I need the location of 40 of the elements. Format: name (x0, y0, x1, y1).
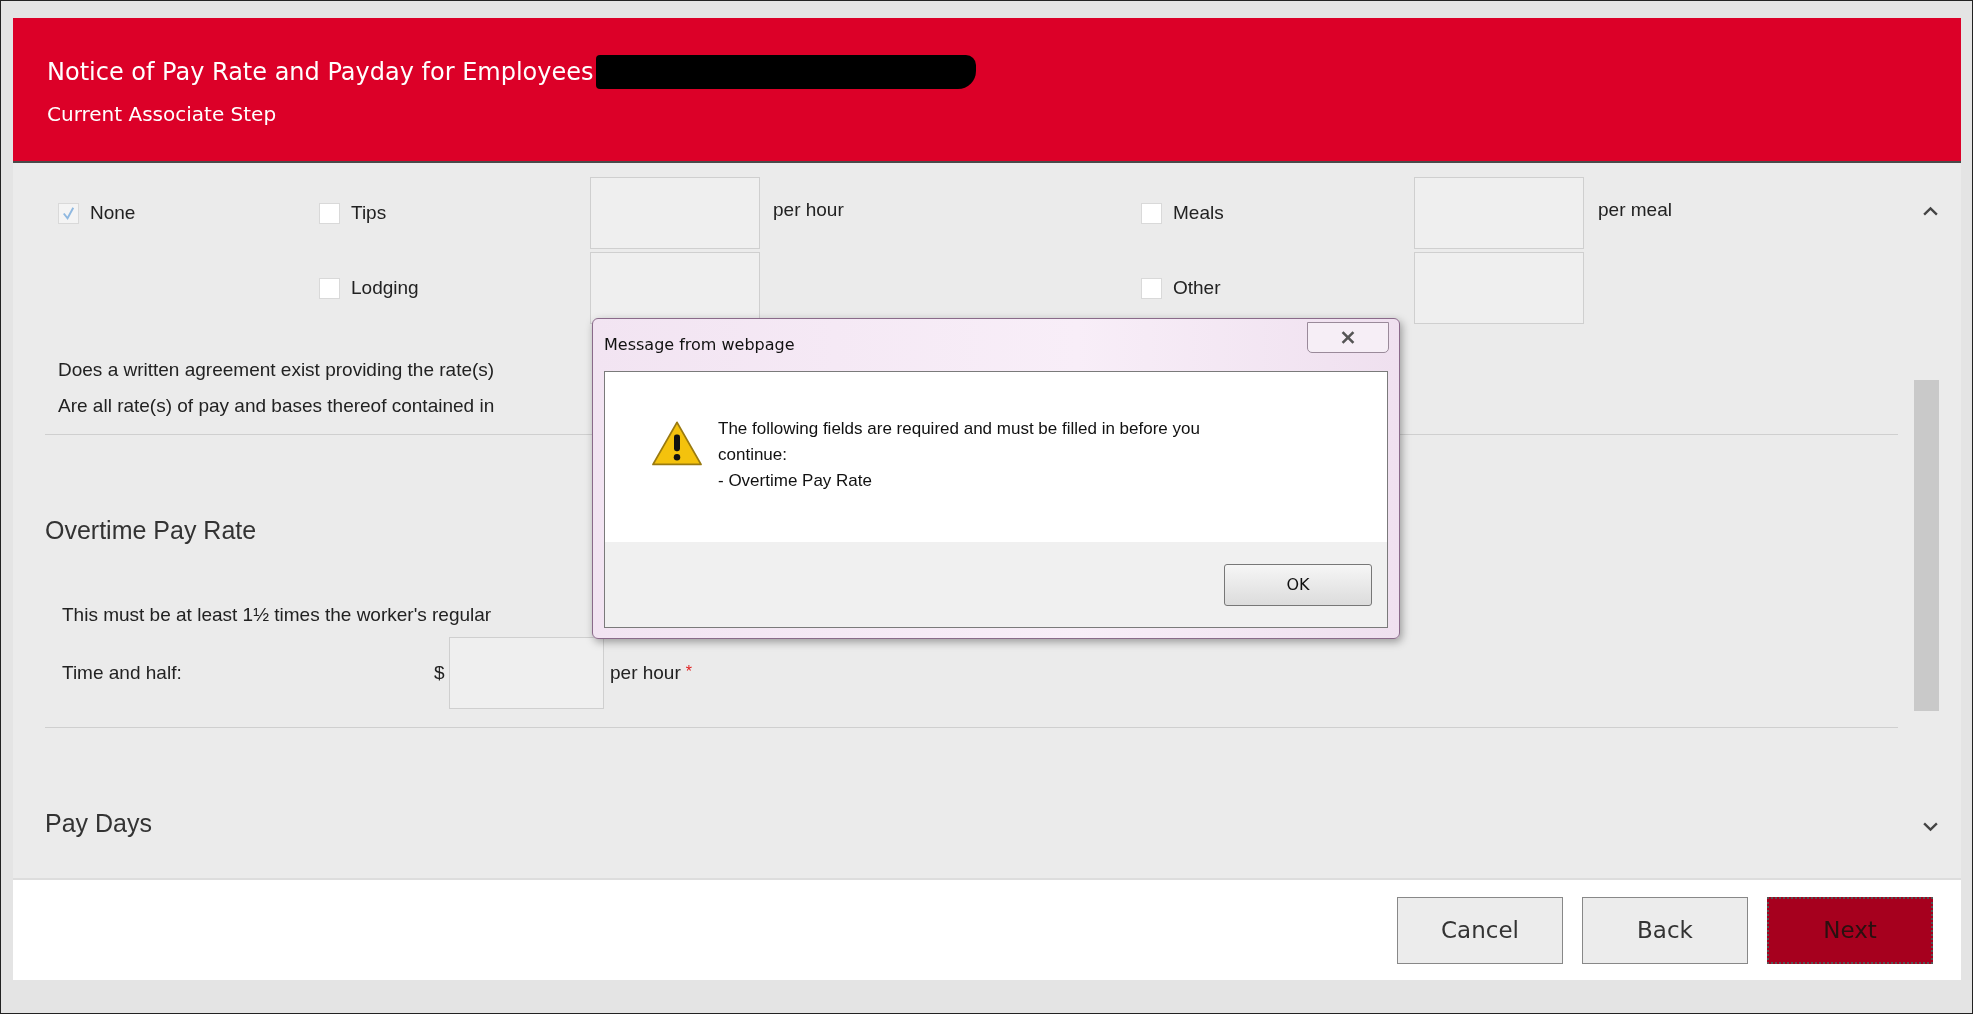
dialog-item: - Overtime Pay Rate (718, 470, 873, 492)
checkbox[interactable] (58, 202, 79, 224)
required-mark: * (685, 663, 692, 681)
input-field[interactable] (590, 252, 760, 324)
input-field[interactable] (1414, 177, 1584, 249)
checkbox-label: Other (1173, 277, 1221, 299)
scrollbar-thumb[interactable] (1914, 380, 1939, 711)
question-text: Are all rate(s) of pay and bases thereof contained in (58, 394, 496, 418)
dialog-title: Message from webpage (604, 335, 795, 354)
scroll-up-icon[interactable] (1922, 206, 1939, 217)
section-heading: Overtime Pay Rate (45, 515, 258, 545)
scroll-down-icon[interactable] (1922, 821, 1939, 832)
button[interactable]: Cancel (1397, 896, 1563, 964)
input-field[interactable] (449, 637, 604, 709)
checkbox[interactable] (319, 202, 340, 224)
checkbox[interactable] (1141, 202, 1162, 224)
warning-icon (650, 420, 704, 468)
input-field[interactable] (1414, 252, 1584, 324)
input-field[interactable] (590, 177, 760, 249)
section-heading: Pay Days (45, 808, 153, 838)
page-subtitle: Current Associate Step (47, 102, 278, 126)
ok-button[interactable]: OK (1224, 563, 1372, 606)
button[interactable]: Back (1582, 896, 1748, 964)
dialog-message: The following fields are required and must be filled in before you continue: (718, 418, 1201, 466)
checkbox-label: None (90, 202, 136, 224)
question-text: Does a written agreement exist providing the rate(s) (58, 358, 496, 382)
currency-symbol: $ (434, 662, 446, 684)
page-title: Notice of Pay Rate and Payday for Employees (47, 58, 594, 86)
unit-label: per hour (773, 199, 844, 221)
checkbox-label: Tips (351, 202, 387, 224)
checkbox-label: Lodging (351, 277, 419, 299)
unit-label: per hour (610, 662, 681, 684)
close-button[interactable] (1307, 322, 1389, 353)
checkbox[interactable] (319, 277, 340, 299)
checkbox[interactable] (1141, 277, 1162, 299)
note-text: This must be at least 1½ times the worker's regular (62, 603, 493, 627)
field-label: Time and half: (62, 662, 183, 684)
unit-label: per meal (1598, 199, 1672, 221)
close-icon (1340, 331, 1356, 344)
checkbox-label: Meals (1173, 202, 1224, 224)
